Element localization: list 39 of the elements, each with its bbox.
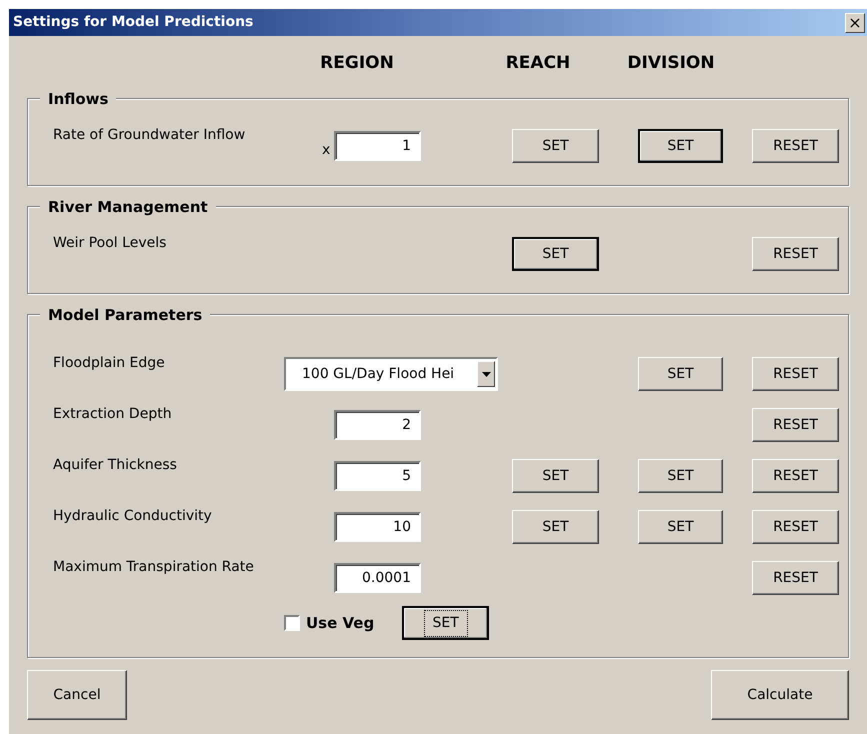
set-button[interactable]: RESET [752, 561, 839, 595]
column-header: REGION [319, 52, 395, 76]
number-field[interactable]: 2 [334, 410, 421, 440]
cancel-button[interactable]: Cancel [27, 670, 127, 720]
number-field[interactable]: 10 [334, 512, 421, 542]
set-button[interactable]: RESET [752, 408, 839, 442]
set-button[interactable]: SET [512, 129, 599, 163]
number-field[interactable]: 5 [334, 461, 421, 491]
column-header: DIVISION [626, 52, 716, 76]
set-button[interactable]: SET [638, 510, 723, 544]
set-button[interactable]: SET [638, 357, 723, 391]
set-button[interactable]: SET [512, 459, 599, 493]
checkbox-label: Use Veg [306, 612, 374, 634]
set-button[interactable]: SET [638, 129, 723, 163]
parameter-label: Aquifer Thickness [53, 456, 178, 475]
window-title: Settings for Model Predictions [13, 13, 254, 32]
column-header: REACH [504, 52, 572, 76]
number-field[interactable]: 0.0001 [334, 563, 421, 593]
set-button[interactable]: RESET [752, 510, 839, 544]
dropdown[interactable]: 100 GL/Day Flood Hei [284, 357, 498, 391]
multiplier-sign: x [322, 141, 332, 160]
set-button[interactable]: RESET [752, 237, 839, 271]
parameter-label: Rate of Groundwater Inflow [53, 126, 246, 145]
close-button[interactable]: × [845, 12, 865, 32]
set-button[interactable]: RESET [752, 459, 839, 493]
checkbox[interactable] [284, 615, 300, 631]
parameter-label: Hydraulic Conductivity [53, 507, 213, 526]
number-field[interactable]: 1 [334, 131, 421, 161]
parameter-label: Weir Pool Levels [53, 234, 168, 253]
parameter-label: Extraction Depth [53, 405, 173, 424]
set-button[interactable]: RESET [752, 129, 839, 163]
set-button[interactable]: SET [512, 237, 599, 271]
set-button[interactable]: SET [512, 510, 599, 544]
calculate-button[interactable]: Calculate [711, 670, 849, 720]
parameter-label: Maximum Transpiration Rate [53, 558, 255, 577]
set-button[interactable]: RESET [752, 357, 839, 391]
set-button[interactable]: SET [638, 459, 723, 493]
set-button[interactable]: SET [402, 606, 490, 640]
parameter-label: Floodplain Edge [53, 354, 166, 373]
